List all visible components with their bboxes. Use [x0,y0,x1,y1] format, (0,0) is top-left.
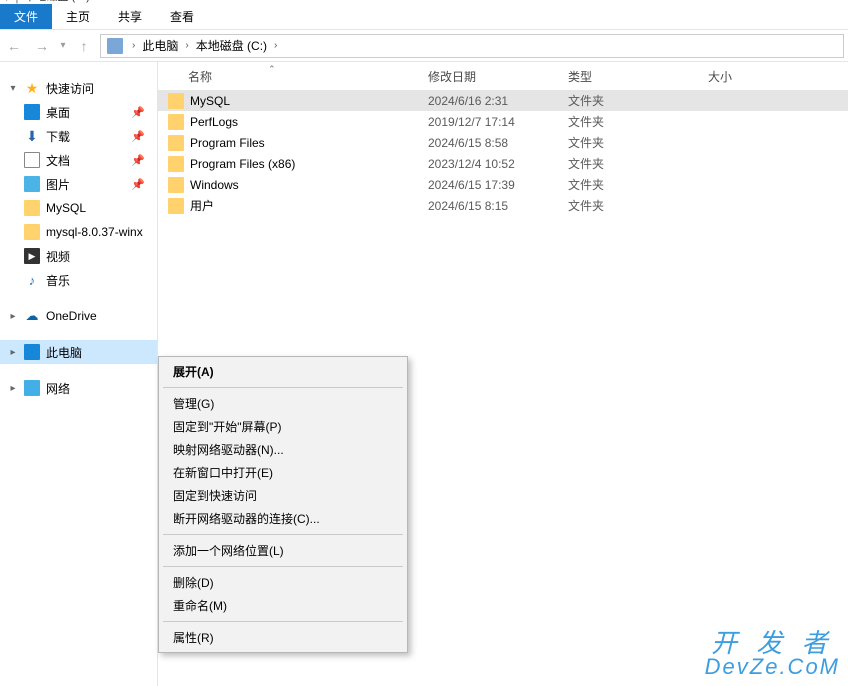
column-date[interactable]: 修改日期 [428,68,568,85]
pin-icon: 📌 [131,130,145,143]
column-headers[interactable]: 名称 修改日期 类型 大小 [158,62,848,90]
sidebar-item-videos[interactable]: ▶视频 [0,244,157,268]
sidebar-item-pictures[interactable]: 图片📌 [0,172,157,196]
file-row[interactable]: 用户2024/6/15 8:15文件夹 [158,195,848,216]
file-type: 2024/6/15 17:39 [428,178,568,192]
address-bar[interactable]: › 此电脑 › 本地磁盘 (C:) › [100,34,844,58]
home-tab[interactable]: 主页 [52,4,104,29]
cm-add-network-location[interactable]: 添加一个网络位置(L) [161,539,405,562]
file-name: PerfLogs [190,115,428,129]
column-name[interactable]: 名称 [188,68,428,85]
document-icon [24,152,40,168]
music-icon: ♪ [24,272,40,288]
download-icon: ⬇ [24,128,40,144]
file-name: MySQL [190,94,428,108]
cm-rename[interactable]: 重命名(M) [161,594,405,617]
pin-icon: 📌 [131,178,145,191]
history-dropdown[interactable]: ▾ [56,30,70,61]
sidebar-item-music[interactable]: ♪音乐 [0,268,157,292]
breadcrumb-drive-c[interactable]: 本地磁盘 (C:) [194,37,269,54]
sidebar-item-desktop[interactable]: 桌面📌 [0,100,157,124]
star-icon: ★ [24,80,40,96]
drive-icon [107,38,123,54]
column-type[interactable]: 类型 [568,68,708,85]
folder-icon [24,200,40,216]
sidebar-item-mysql[interactable]: MySQL [0,196,157,220]
quick-access-root[interactable]: ▾ ★ 快速访问 [0,76,157,100]
chevron-right-icon: › [269,40,282,51]
cm-expand[interactable]: 展开(A) [161,360,405,383]
cm-properties[interactable]: 属性(R) [161,626,405,649]
share-tab[interactable]: 共享 [104,4,156,29]
network-icon [24,380,40,396]
navigation-bar: ← → ▾ ↑ › 此电脑 › 本地磁盘 (C:) › [0,30,848,62]
menu-separator [163,621,403,622]
ribbon-menu: 文件 主页 共享 查看 [0,4,848,30]
navigation-pane: ▾ ★ 快速访问 桌面📌 ⬇下载📌 文档📌 图片📌 MySQL mysql-8.… [0,62,158,686]
cloud-icon: ☁ [24,308,40,324]
breadcrumb-this-pc[interactable]: 此电脑 [140,37,180,54]
pin-icon: 📌 [131,106,145,119]
forward-button[interactable]: → [28,30,56,61]
folder-icon [168,156,184,172]
cm-open-new-window[interactable]: 在新窗口中打开(E) [161,461,405,484]
column-size[interactable]: 大小 [708,68,808,85]
file-type: 2024/6/15 8:58 [428,136,568,150]
menu-separator [163,566,403,567]
menu-separator [163,534,403,535]
pictures-icon [24,176,40,192]
sidebar-item-this-pc[interactable]: ▸此电脑 [0,340,157,364]
sidebar-item-mysql-zip[interactable]: mysql-8.0.37-winx [0,220,157,244]
cm-map-drive[interactable]: 映射网络驱动器(N)... [161,438,405,461]
file-row[interactable]: Program Files2024/6/15 8:58文件夹 [158,132,848,153]
file-name: Program Files [190,136,428,150]
video-icon: ▶ [24,248,40,264]
file-type: 2024/6/16 2:31 [428,94,568,108]
pc-icon [24,344,40,360]
folder-icon [168,177,184,193]
file-row[interactable]: Program Files (x86)2023/12/4 10:52文件夹 [158,153,848,174]
folder-icon [24,224,40,240]
file-type: 2023/12/4 10:52 [428,157,568,171]
sidebar-item-network[interactable]: ▸网络 [0,376,157,400]
sidebar-item-documents[interactable]: 文档📌 [0,148,157,172]
sort-indicator-icon: ⌃ [268,64,276,75]
back-button[interactable]: ← [0,30,28,61]
up-button[interactable]: ↑ [70,30,98,61]
file-type: 2024/6/15 8:15 [428,199,568,213]
sidebar-item-onedrive[interactable]: ▸☁OneDrive [0,304,157,328]
cm-pin-start[interactable]: 固定到"开始"屏幕(P) [161,415,405,438]
folder-icon [168,198,184,214]
folder-icon [168,114,184,130]
desktop-icon [24,104,40,120]
view-tab[interactable]: 查看 [156,4,208,29]
file-type: 2019/12/7 17:14 [428,115,568,129]
folder-icon [168,93,184,109]
file-list: MySQL2024/6/16 2:31文件夹PerfLogs2019/12/7 … [158,90,848,216]
cm-pin-quick[interactable]: 固定到快速访问 [161,484,405,507]
cm-disconnect-drive[interactable]: 断开网络驱动器的连接(C)... [161,507,405,530]
chevron-right-icon: › [180,40,193,51]
file-name: 用户 [190,197,428,214]
chevron-right-icon: › [127,40,140,51]
file-name: Program Files (x86) [190,157,428,171]
sidebar-item-downloads[interactable]: ⬇下载📌 [0,124,157,148]
file-name: Windows [190,178,428,192]
file-row[interactable]: PerfLogs2019/12/7 17:14文件夹 [158,111,848,132]
file-tab[interactable]: 文件 [0,4,52,29]
file-row[interactable]: Windows2024/6/15 17:39文件夹 [158,174,848,195]
context-menu: 展开(A) 管理(G) 固定到"开始"屏幕(P) 映射网络驱动器(N)... 在… [158,356,408,653]
cm-manage[interactable]: 管理(G) [161,392,405,415]
watermark: 开 发 者 DevZe.CoM [705,630,840,678]
folder-icon [168,135,184,151]
menu-separator [163,387,403,388]
pin-icon: 📌 [131,154,145,167]
file-row[interactable]: MySQL2024/6/16 2:31文件夹 [158,90,848,111]
cm-delete[interactable]: 删除(D) [161,571,405,594]
